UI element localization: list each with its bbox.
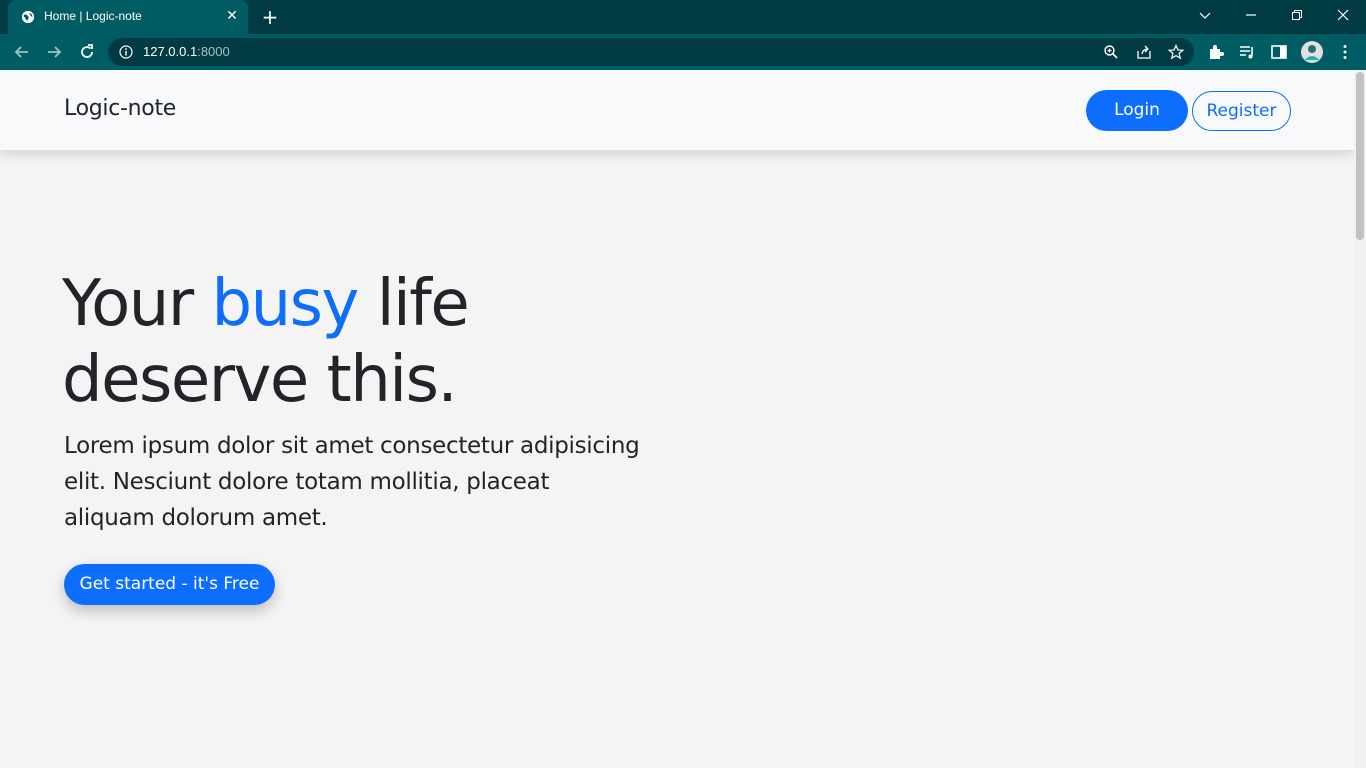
browser-tab[interactable]: Home | Logic-note ✕ <box>8 0 248 34</box>
url-host: 127.0.0.1 <box>143 44 198 59</box>
page-viewport: Logic-note Login Register Your busy life… <box>0 70 1354 768</box>
profile-avatar[interactable] <box>1300 40 1324 64</box>
side-panel-icon[interactable] <box>1270 43 1288 61</box>
info-icon[interactable] <box>119 45 133 59</box>
hero-description: Lorem ipsum dolor sit amet consectetur a… <box>64 433 640 531</box>
brand-logo[interactable]: Logic-note <box>64 96 176 121</box>
register-button[interactable]: Register <box>1192 91 1291 131</box>
hero-title: Your busy life deserve this. <box>62 266 682 418</box>
address-bar[interactable]: 127.0.0.1:8000 <box>108 38 1194 66</box>
reload-icon[interactable] <box>75 40 99 64</box>
zoom-icon[interactable] <box>1103 44 1119 60</box>
plus-icon[interactable]: + <box>260 7 280 27</box>
login-button[interactable]: Login <box>1086 90 1188 131</box>
url-text[interactable]: 127.0.0.1:8000 <box>143 44 230 59</box>
globe-icon <box>21 10 35 24</box>
page-scrollbar[interactable] <box>1354 70 1366 768</box>
chevron-down-icon[interactable] <box>1182 0 1228 30</box>
browser-tab-bar: Home | Logic-note ✕ + <box>0 0 1366 34</box>
scrollbar-thumb[interactable] <box>1356 72 1364 240</box>
menu-icon[interactable] <box>1336 43 1354 61</box>
hero-title-start: Your <box>62 267 212 341</box>
extensions-icon[interactable] <box>1207 43 1225 61</box>
get-started-button[interactable]: Get started - it's Free <box>64 564 275 605</box>
share-icon[interactable] <box>1136 44 1152 60</box>
restore-icon[interactable] <box>1274 0 1320 30</box>
forward-icon[interactable] <box>42 40 66 64</box>
minimize-icon[interactable] <box>1228 0 1274 30</box>
close-icon[interactable]: ✕ <box>224 8 240 24</box>
url-port: :8000 <box>197 44 230 59</box>
site-navbar: Logic-note Login Register <box>0 70 1354 150</box>
media-icon[interactable] <box>1238 43 1256 61</box>
star-icon[interactable] <box>1168 44 1184 60</box>
tab-title: Home | Logic-note <box>44 9 142 23</box>
window-close-icon[interactable] <box>1320 0 1366 30</box>
back-icon[interactable] <box>10 40 34 64</box>
hero-title-accent: busy <box>211 267 359 341</box>
browser-toolbar: 127.0.0.1:8000 <box>0 34 1366 70</box>
